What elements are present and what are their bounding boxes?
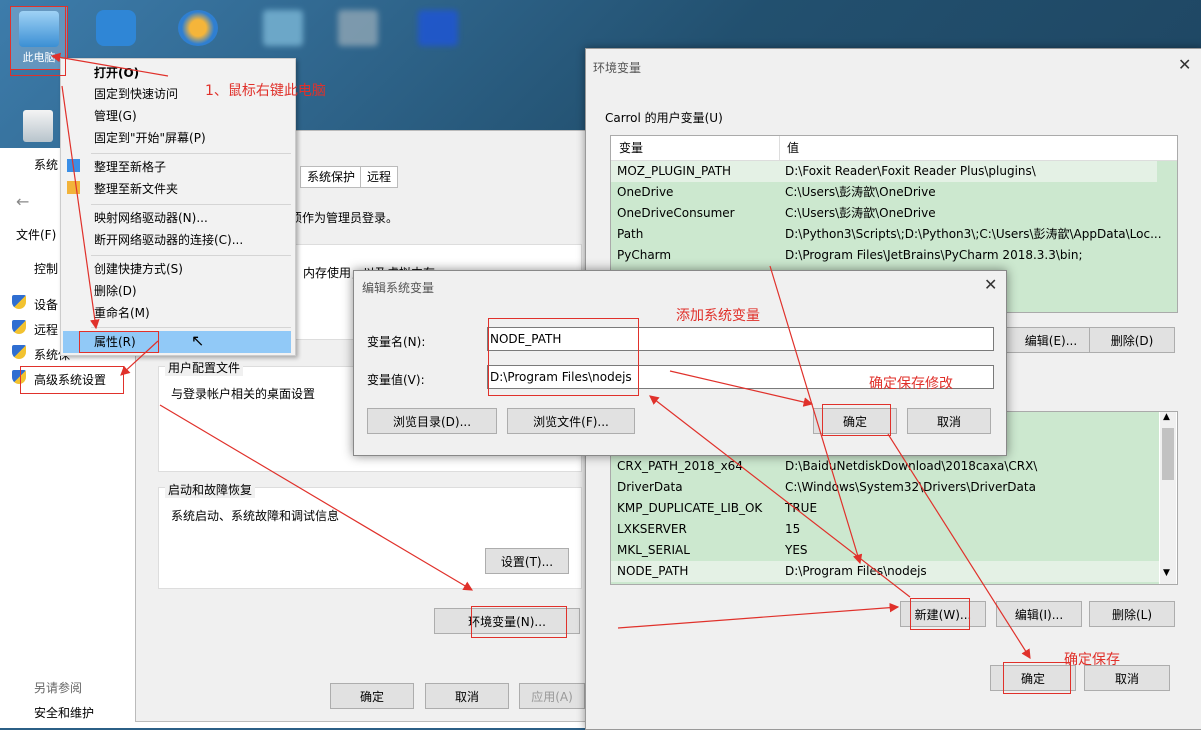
arrow: [769, 265, 863, 565]
arrow: [159, 404, 474, 591]
arrow: [669, 370, 814, 407]
annotation-arrows: [50, 52, 1031, 660]
arrow: [61, 85, 100, 330]
arrow: [617, 602, 900, 629]
arrow: [887, 433, 1031, 660]
arrow: [120, 340, 159, 376]
arrow: [649, 395, 911, 598]
arrow: [50, 52, 169, 77]
